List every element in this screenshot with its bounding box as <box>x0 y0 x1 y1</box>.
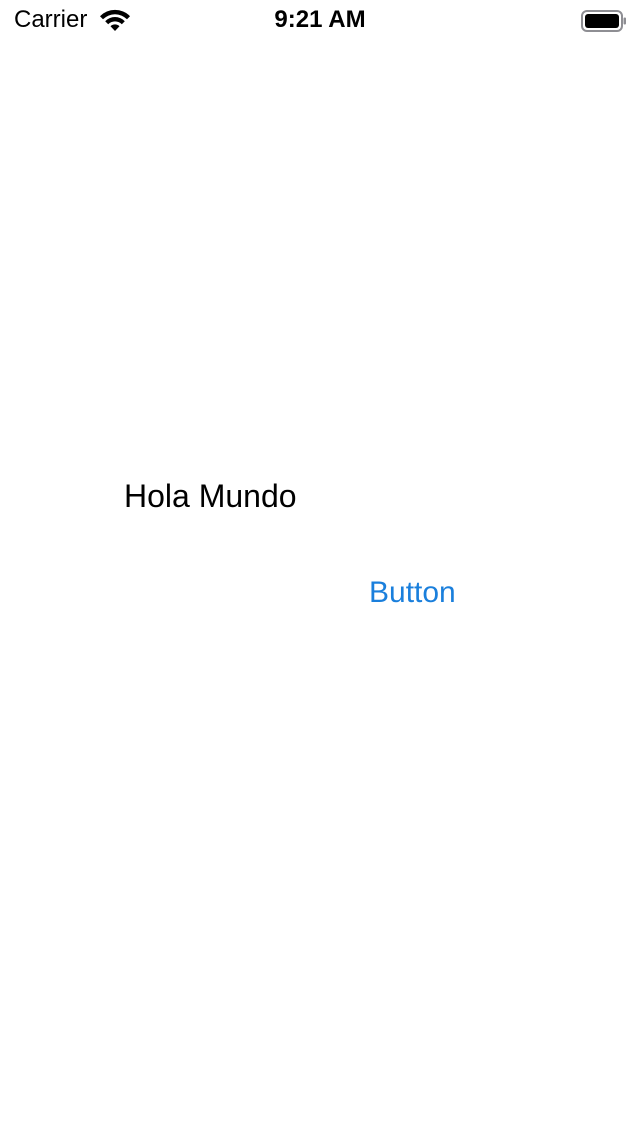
status-bar: Carrier 9:21 AM <box>0 0 640 40</box>
greeting-label: Hola Mundo <box>124 478 297 514</box>
battery-full-icon <box>581 10 626 32</box>
main-button[interactable]: Button <box>369 574 456 612</box>
status-time: 9:21 AM <box>274 6 366 33</box>
